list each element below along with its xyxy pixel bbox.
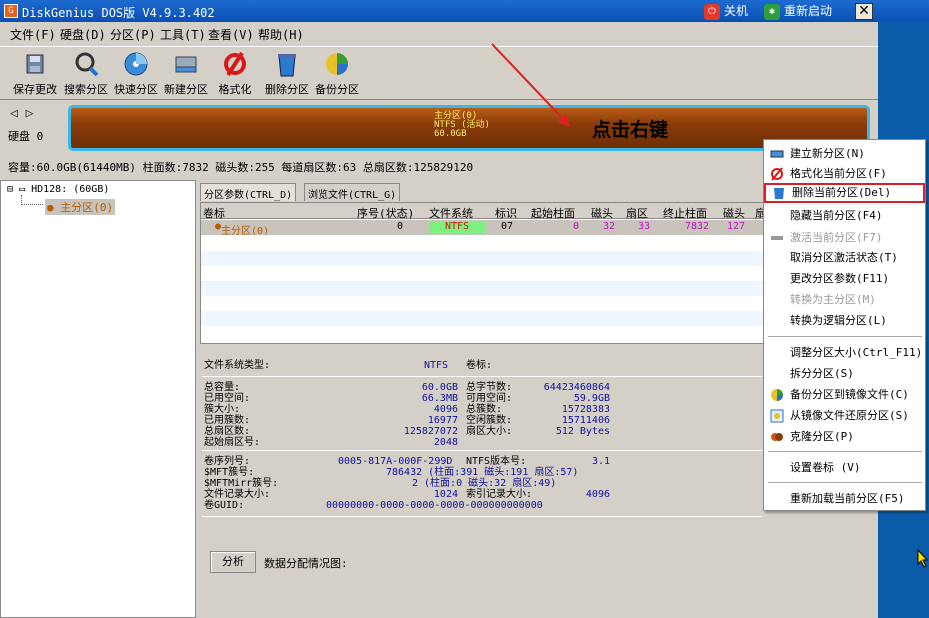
row-start-sec: 33 — [638, 221, 651, 232]
row-label: ● 主分区(0) — [215, 221, 270, 237]
menu-item-reload[interactable]: 重新加载当前分区(F5) — [764, 489, 925, 509]
new-partition-icon — [770, 147, 784, 161]
menu-item-hide-partition[interactable]: 隐藏当前分区(F4) — [764, 206, 925, 226]
menu-item-convert-logical[interactable]: 转换为逻辑分区(L) — [764, 311, 925, 331]
menu-item-backup-image[interactable]: 备份分区到镜像文件(C) — [764, 385, 925, 405]
row-fs: NTFS — [429, 221, 485, 234]
tree-connector — [21, 195, 43, 205]
partition-details: 文件系统类型: NTFS 卷标: 总容量: 已用空间: 簇大小: 已用簇数: 总… — [198, 356, 764, 556]
menu-item-convert-primary: 转换为主分区(M) — [790, 293, 876, 306]
row-start-head: 32 — [603, 221, 616, 232]
tree-partition-node[interactable]: ● 主分区(0) — [45, 199, 116, 215]
clone-icon — [770, 430, 784, 444]
col-index[interactable]: 序号(状态) — [357, 205, 414, 221]
table-row[interactable]: ● 主分区(0) 0 NTFS 07 0 32 33 7832 127 — [201, 220, 763, 237]
tab-browse-files[interactable]: 浏览文件(CTRL_G) — [304, 183, 401, 201]
table-header: 卷标 序号(状态) 文件系统 标识 起始柱面 磁头 扇区 终止柱面 磁头 扇 — [201, 203, 766, 221]
col-start-sec[interactable]: 扇区 — [626, 205, 648, 221]
menu-item-delete-partition[interactable]: 删除当前分区(Del) — [764, 183, 925, 203]
menu-item-change-params[interactable]: 更改分区参数(F11) — [764, 269, 925, 289]
menu-item-activate-partition: 激活当前分区(F7) — [764, 228, 925, 248]
restore-icon — [770, 409, 784, 423]
backup-icon — [770, 388, 784, 402]
activate-icon — [770, 231, 784, 245]
menu-item-format[interactable]: 格式化当前分区(F) — [764, 164, 925, 184]
menu-separator — [768, 451, 922, 452]
disk-info-line: 容量:60.0GB(61440MB) 柱面数:7832 磁头数:255 每道扇区… — [8, 161, 474, 174]
menu-item-clone-partition[interactable]: 克隆分区(P) — [764, 427, 925, 447]
mouse-cursor-icon — [917, 549, 929, 568]
trash-icon — [772, 186, 786, 200]
menu-item-restore-image[interactable]: 从镜像文件还原分区(S) — [764, 406, 925, 426]
row-start-cyl: 0 — [573, 221, 580, 232]
col-id[interactable]: 标识 — [495, 205, 517, 221]
row-id: 07 — [501, 221, 514, 232]
analyze-button[interactable]: 分析 — [210, 551, 256, 573]
menu-separator — [768, 336, 922, 337]
disk-tree: ⊟ ▭ HD128: (60GB) ● 主分区(0) — [0, 180, 196, 618]
table-stripe — [201, 281, 763, 296]
table-stripe — [201, 311, 763, 326]
menu-item-set-label[interactable]: 设置卷标 (V) — [764, 458, 925, 478]
context-menu: 建立新分区(N) 格式化当前分区(F) 删除当前分区(Del) 隐藏当前分区(F… — [763, 139, 926, 511]
row-index: 0 — [397, 221, 404, 232]
menu-separator — [768, 482, 922, 483]
col-label[interactable]: 卷标 — [203, 205, 225, 221]
format-icon — [770, 167, 784, 181]
col-fs[interactable]: 文件系统 — [429, 205, 473, 221]
col-end-head[interactable]: 磁头 — [723, 205, 745, 221]
table-stripe — [201, 251, 763, 266]
menu-item-split[interactable]: 拆分分区(S) — [764, 364, 925, 384]
col-start-cyl[interactable]: 起始柱面 — [531, 205, 575, 221]
col-end-cyl[interactable]: 终止柱面 — [663, 205, 707, 221]
row-end-cyl: 7832 — [685, 221, 710, 232]
data-allocation-label: 数据分配情况图: — [264, 557, 348, 570]
col-start-head[interactable]: 磁头 — [591, 205, 613, 221]
row-end-head: 127 — [727, 221, 746, 232]
menu-item-deactivate[interactable]: 取消分区激活状态(T) — [764, 248, 925, 268]
partition-table: 卷标 序号(状态) 文件系统 标识 起始柱面 磁头 扇区 终止柱面 磁头 扇 ●… — [200, 202, 766, 344]
menu-item-resize[interactable]: 调整分区大小(Ctrl_F11) — [764, 343, 925, 363]
tab-partition-params[interactable]: 分区参数(CTRL_D) — [200, 183, 297, 201]
menu-item-new-partition[interactable]: 建立新分区(N) — [764, 144, 925, 164]
tree-disk-node[interactable]: ⊟ ▭ HD128: (60GB) — [7, 184, 109, 195]
